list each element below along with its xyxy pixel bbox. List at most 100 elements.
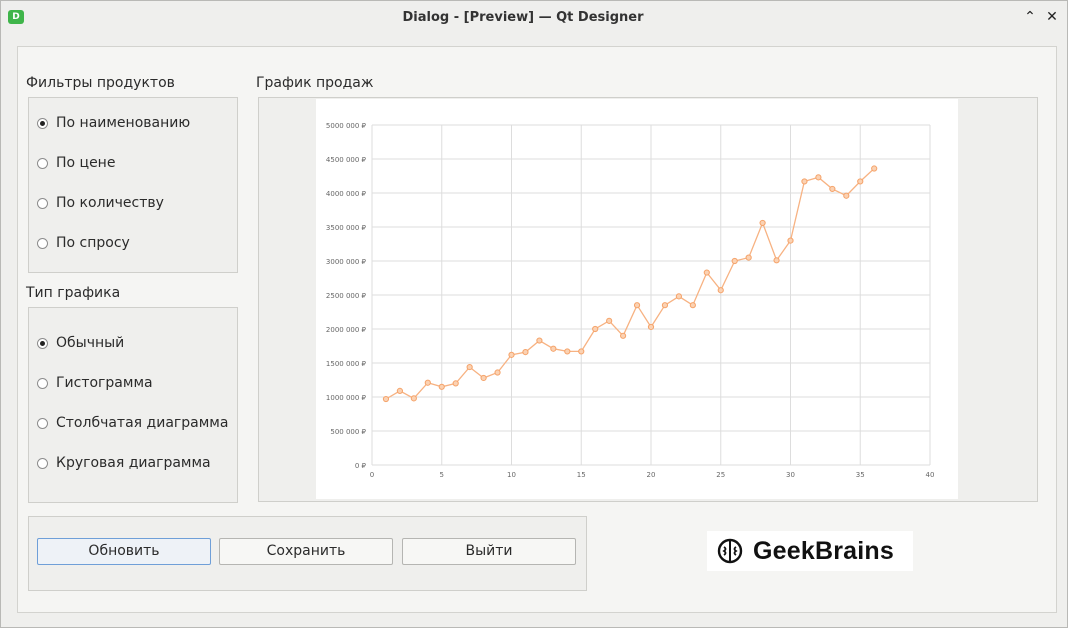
data-point	[745, 254, 752, 261]
y-tick-label: 1000 000 ₽	[326, 394, 367, 402]
chart-type-histogram-radio[interactable]: Гистограмма	[37, 372, 153, 394]
data-point	[494, 369, 501, 376]
radio-indicator[interactable]	[37, 117, 48, 129]
close-button[interactable]: ✕	[1043, 8, 1061, 26]
data-point	[801, 178, 808, 185]
data-point	[424, 379, 431, 386]
chart-type-bar-label: Столбчатая диаграмма	[56, 415, 229, 431]
data-point	[857, 178, 864, 185]
data-point	[661, 302, 669, 309]
chart-type-normal-radio[interactable]: Обычный	[37, 332, 124, 354]
data-point	[675, 293, 682, 300]
sales-chart-panel: 0 ₽ 500 000 ₽ 1000 000 ₽ 1500 000 ₽ 2000 000…	[258, 97, 1038, 502]
radio-indicator[interactable]	[37, 377, 48, 389]
filter-by-price-label: По цене	[56, 155, 116, 171]
filter-by-quantity-radio[interactable]: По количеству	[37, 192, 164, 214]
data-point	[620, 332, 627, 339]
x-tick-label: 30	[786, 471, 795, 479]
x-tick-label: 40	[926, 471, 935, 479]
filter-by-name-label: По наименованию	[56, 115, 191, 131]
y-tick-label: 500 000 ₽	[330, 428, 366, 436]
x-tick-label: 0	[370, 471, 374, 479]
data-point	[592, 325, 599, 333]
refresh-button[interactable]: Обновить	[37, 538, 211, 565]
save-button[interactable]: Сохранить	[219, 538, 393, 565]
data-point	[703, 269, 710, 276]
dialog-window: D Dialog - [Preview] — Qt Designer ⌃ ✕ Ф…	[0, 0, 1068, 628]
y-tick-label: 5000 000 ₽	[326, 122, 367, 130]
data-point	[731, 257, 738, 265]
dialog-client-area: Фильтры продуктов По наименованию По цен…	[17, 46, 1057, 613]
radio-indicator[interactable]	[37, 157, 48, 169]
chart-type-title: Тип графика	[26, 285, 121, 301]
data-point	[564, 348, 571, 355]
chart-type-normal-label: Обычный	[56, 335, 125, 351]
data-point	[396, 387, 404, 394]
data-point	[466, 363, 473, 371]
data-point	[452, 380, 459, 387]
data-point	[606, 317, 613, 324]
x-tick-label: 5	[440, 471, 444, 479]
data-point	[717, 287, 724, 294]
data-point	[759, 219, 766, 227]
chart-type-pie-label: Круговая диаграмма	[56, 455, 211, 471]
product-filters-title: Фильтры продуктов	[26, 75, 175, 91]
data-point	[843, 192, 850, 199]
radio-indicator[interactable]	[37, 337, 48, 349]
minimize-button[interactable]: ⌃	[1021, 8, 1039, 26]
data-point	[480, 374, 487, 382]
y-tick-label: 1500 000 ₽	[326, 360, 367, 368]
data-point	[522, 349, 529, 356]
data-point	[633, 302, 641, 309]
filter-by-quantity-label: По количеству	[56, 195, 164, 211]
logo-text: GeekBrains	[753, 536, 894, 565]
filter-by-demand-radio[interactable]: По спросу	[37, 232, 130, 254]
x-tick-label: 10	[507, 471, 516, 479]
filter-by-demand-label: По спросу	[56, 235, 130, 251]
sales-series-line	[385, 168, 875, 400]
data-point	[647, 323, 655, 331]
filter-by-price-radio[interactable]: По цене	[37, 152, 115, 174]
chart-type-group: Обычный Гистограмма Столбчатая диаграмма…	[28, 307, 238, 503]
title-bar[interactable]: D Dialog - [Preview] — Qt Designer ⌃ ✕	[1, 1, 1067, 35]
window-title: Dialog - [Preview] — Qt Designer	[402, 10, 644, 25]
data-point	[689, 302, 696, 309]
data-point	[871, 165, 878, 172]
data-point	[536, 337, 543, 344]
data-point	[829, 185, 836, 193]
x-tick-label: 35	[856, 471, 865, 479]
exit-button[interactable]: Выйти	[402, 538, 576, 565]
button-panel: Обновить Сохранить Выйти	[28, 516, 587, 591]
data-point	[410, 395, 417, 402]
data-point	[438, 383, 445, 390]
y-tick-label: 4500 000 ₽	[326, 156, 367, 164]
chart-type-bar-radio[interactable]: Столбчатая диаграмма	[37, 412, 228, 434]
x-tick-label: 20	[647, 471, 656, 479]
radio-indicator[interactable]	[37, 197, 48, 209]
sales-line-chart: 0 ₽ 500 000 ₽ 1000 000 ₽ 1500 000 ₽ 2000 000…	[326, 122, 935, 479]
chart-type-pie-radio[interactable]: Круговая диаграмма	[37, 452, 211, 474]
radio-indicator[interactable]	[37, 457, 48, 469]
y-tick-label: 3000 000 ₽	[326, 258, 367, 266]
y-tick-label: 0 ₽	[355, 462, 367, 470]
data-point	[815, 174, 822, 181]
data-point	[578, 348, 585, 355]
data-point	[787, 237, 794, 244]
data-point	[550, 345, 557, 352]
filter-by-name-radio[interactable]: По наименованию	[37, 112, 190, 134]
sales-chart-title: График продаж	[256, 75, 374, 91]
x-tick-label: 25	[716, 471, 725, 479]
geekbrains-logo: GeekBrains	[707, 531, 913, 571]
data-point	[773, 257, 780, 264]
y-tick-label: 2000 000 ₽	[326, 326, 367, 334]
radio-indicator[interactable]	[37, 237, 48, 249]
chart-type-histogram-label: Гистограмма	[56, 375, 153, 391]
x-tick-label: 15	[577, 471, 586, 479]
data-point	[382, 395, 390, 403]
data-point	[508, 351, 515, 358]
radio-indicator[interactable]	[37, 417, 48, 429]
y-tick-label: 4000 000 ₽	[326, 190, 367, 198]
product-filters-group: По наименованию По цене По количеству По…	[28, 97, 238, 273]
brain-icon	[717, 538, 743, 564]
y-tick-label: 3500 000 ₽	[326, 224, 367, 232]
